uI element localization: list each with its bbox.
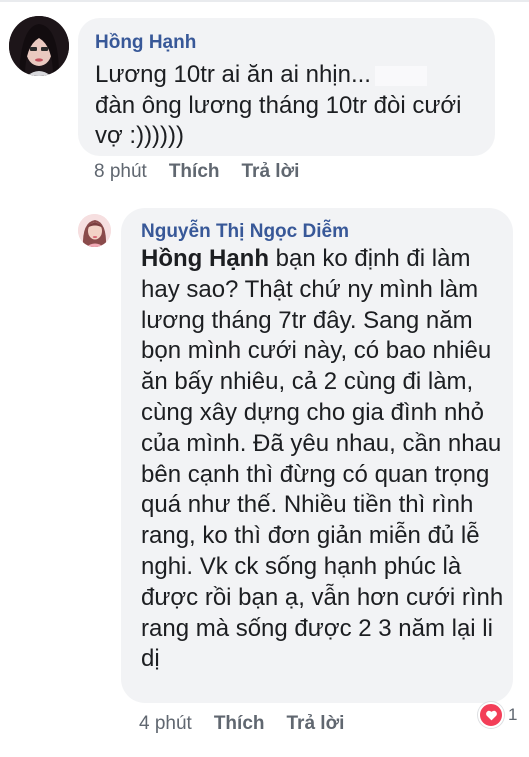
reply-bubble: Nguyễn Thị Ngọc Diễm Hồng Hạnh bạn ko đị… (121, 208, 513, 703)
reaction-count: 1 (508, 705, 518, 724)
like-button[interactable]: Thích (214, 713, 265, 735)
avatar-image (9, 16, 69, 76)
mention-link[interactable]: Hồng Hạnh (141, 245, 269, 272)
top-divider (0, 0, 529, 2)
comment-bubble: Hồng Hạnh Lương 10tr ai ăn ai nhịn... đàn… (78, 18, 495, 156)
comment-text-part-2: đàn ông lương tháng 10tr đòi cưới vợ :))… (95, 91, 469, 150)
reply-button[interactable]: Trả lời (287, 713, 345, 735)
like-button[interactable]: Thích (169, 161, 220, 183)
reaction-summary[interactable]: 1 (478, 702, 517, 728)
comment-actions: 4 phút Thích Trả lời (139, 713, 344, 735)
censored-region (374, 65, 427, 86)
avatar[interactable] (9, 16, 69, 76)
comment-text: Hồng Hạnh bạn ko định đi làm hay sao? Th… (141, 244, 507, 675)
comment-actions: 8 phút Thích Trả lời (94, 161, 299, 183)
comment-timestamp[interactable]: 4 phút (139, 713, 192, 735)
avatar[interactable] (78, 214, 111, 247)
comment-text-part-1: Lương 10tr ai ăn ai nhịn... (95, 61, 371, 88)
comment-text: Lương 10tr ai ăn ai nhịn... đàn ông lương… (95, 60, 490, 152)
comment-author[interactable]: Hồng Hạnh (95, 32, 196, 54)
avatar-image (78, 214, 111, 247)
heart-icon (478, 702, 504, 728)
comment-author[interactable]: Nguyễn Thị Ngọc Diễm (141, 221, 349, 243)
comment-text-body: bạn ko định đi làm hay sao? Thật chứ ny … (141, 245, 510, 673)
reply-button[interactable]: Trả lời (242, 161, 300, 183)
comment-timestamp[interactable]: 8 phút (94, 161, 147, 183)
